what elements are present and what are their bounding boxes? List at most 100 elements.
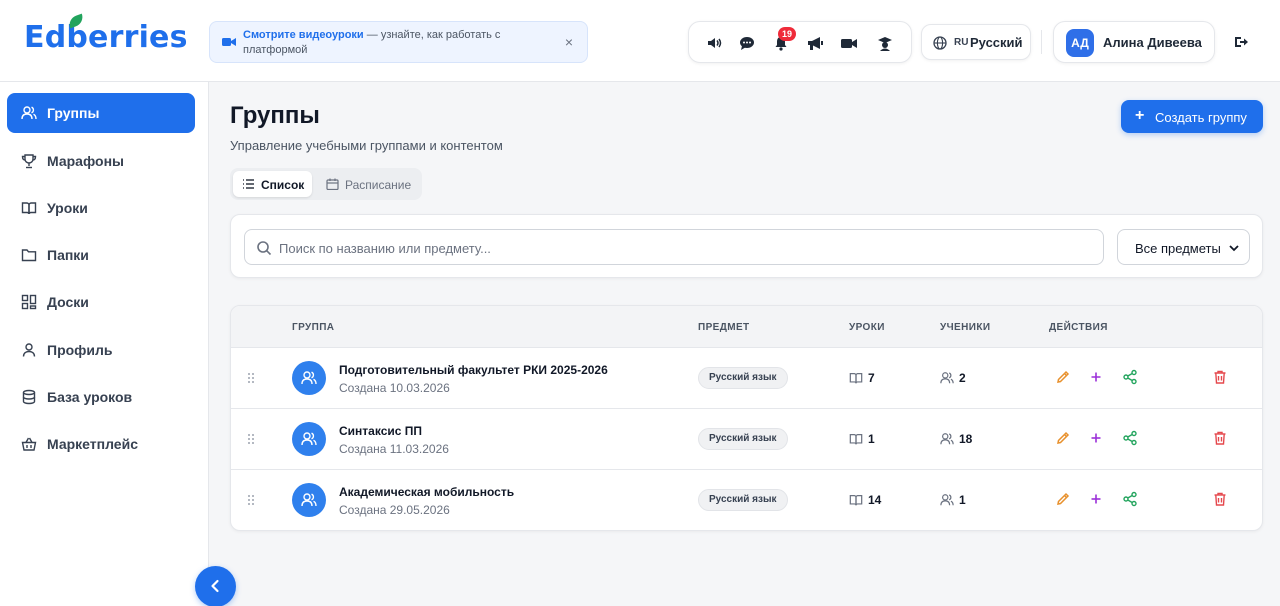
- video-tutorials-banner: Смотрите видеоуроки — узнайте, как работ…: [209, 21, 588, 63]
- user-profile-button[interactable]: АД Алина Дивеева: [1053, 21, 1215, 63]
- sidebar-item-lessons[interactable]: Уроки: [7, 188, 195, 228]
- edit-icon[interactable]: [1055, 491, 1071, 507]
- search-box: [244, 229, 1104, 265]
- group-name[interactable]: Подготовительный факультет РКИ 2025-2026: [339, 363, 608, 377]
- add-icon[interactable]: [1088, 491, 1104, 507]
- sidebar-item-profile[interactable]: Профиль: [7, 330, 195, 370]
- subject-badge: Русский язык: [698, 428, 788, 450]
- group-avatar: [292, 422, 326, 456]
- sidebar-item-label: База уроков: [47, 389, 133, 405]
- user-icon: [22, 343, 36, 357]
- subject-badge: Русский язык: [698, 367, 788, 389]
- users-icon: [940, 372, 954, 384]
- sidebar-item-groups[interactable]: Группы: [7, 93, 195, 133]
- sidebar-item-label: Маркетплейс: [47, 436, 138, 452]
- tab-list[interactable]: Список: [233, 171, 312, 197]
- edit-icon[interactable]: [1055, 369, 1071, 385]
- tab-label: Расписание: [345, 178, 412, 192]
- column-header-students: УЧЕНИКИ: [940, 322, 991, 333]
- sidebar-item-label: Марафоны: [47, 153, 124, 169]
- video-camera-icon: [222, 38, 236, 46]
- users-icon: [940, 494, 954, 506]
- drag-handle-icon[interactable]: [247, 372, 255, 384]
- view-tabs: Список Расписание: [230, 168, 422, 200]
- globe-icon: [933, 36, 947, 50]
- lessons-value: 7: [868, 371, 875, 385]
- page-title: Группы: [230, 102, 320, 129]
- column-header-group: ГРУППА: [292, 322, 335, 333]
- subject-filter-select[interactable]: Все предметы: [1117, 229, 1250, 265]
- sound-icon[interactable]: [705, 34, 723, 52]
- video-icon[interactable]: [840, 34, 858, 52]
- megaphone-icon[interactable]: [806, 34, 824, 52]
- book-icon: [849, 373, 863, 384]
- drag-handle-icon[interactable]: [247, 433, 255, 445]
- sidebar-item-label: Профиль: [47, 342, 113, 358]
- chat-icon[interactable]: [738, 34, 756, 52]
- user-name: Алина Дивеева: [1103, 35, 1202, 50]
- language-selector[interactable]: RU Русский: [921, 24, 1031, 60]
- book-icon: [849, 495, 863, 506]
- column-header-actions: ДЕЙСТВИЯ: [1049, 322, 1108, 333]
- sidebar-collapse-button[interactable]: [195, 566, 236, 606]
- subject-badge: Русский язык: [698, 489, 788, 511]
- banner-link[interactable]: Смотрите видеоуроки: [243, 29, 364, 41]
- column-header-lessons: УРОКИ: [849, 322, 885, 333]
- users-icon: [21, 106, 37, 120]
- group-created-date: Создана 10.03.2026: [339, 381, 450, 395]
- plus-icon: +: [1135, 107, 1145, 124]
- trash-icon[interactable]: [1212, 369, 1228, 385]
- create-group-button[interactable]: + Создать группу: [1121, 100, 1263, 133]
- table-row[interactable]: Подготовительный факультет РКИ 2025-2026…: [231, 348, 1262, 409]
- share-icon[interactable]: [1122, 491, 1138, 507]
- group-created-date: Создана 29.05.2026: [339, 503, 450, 517]
- calendar-icon: [326, 178, 339, 190]
- users-icon: [301, 493, 317, 507]
- chevron-down-icon: [1229, 245, 1239, 252]
- share-icon[interactable]: [1122, 369, 1138, 385]
- search-input[interactable]: [279, 238, 1079, 258]
- add-icon[interactable]: [1088, 369, 1104, 385]
- students-value: 2: [959, 371, 966, 385]
- notification-badge: 19: [778, 27, 796, 41]
- sidebar-item-label: Уроки: [47, 200, 88, 216]
- logout-icon[interactable]: [1233, 34, 1249, 50]
- students-value: 18: [959, 432, 973, 446]
- sidebar-item-lesson-base[interactable]: База уроков: [7, 377, 195, 417]
- page-subtitle: Управление учебными группами и контентом: [230, 138, 503, 153]
- users-icon: [940, 433, 954, 445]
- create-group-label: Создать группу: [1155, 110, 1247, 125]
- trash-icon[interactable]: [1212, 491, 1228, 507]
- book-icon: [849, 434, 863, 445]
- list-icon: [243, 179, 254, 189]
- graduation-icon[interactable]: [876, 34, 894, 52]
- avatar: АД: [1066, 29, 1094, 57]
- sidebar-item-label: Группы: [47, 105, 100, 121]
- group-avatar: [292, 361, 326, 395]
- edit-icon[interactable]: [1055, 430, 1071, 446]
- tab-schedule[interactable]: Расписание: [317, 171, 419, 197]
- share-icon[interactable]: [1122, 430, 1138, 446]
- sidebar-item-marathons[interactable]: Марафоны: [7, 141, 195, 181]
- sidebar-item-marketplace[interactable]: Маркетплейс: [7, 424, 195, 464]
- banner-text: Смотрите видеоуроки — узнайте, как работ…: [243, 28, 543, 58]
- app-logo[interactable]: Edberries: [24, 13, 188, 55]
- group-name[interactable]: Синтаксис ПП: [339, 424, 422, 438]
- sidebar-item-boards[interactable]: Доски: [7, 282, 195, 322]
- group-name[interactable]: Академическая мобильность: [339, 485, 514, 499]
- folder-icon: [21, 249, 37, 262]
- students-value: 1: [959, 493, 966, 507]
- trash-icon[interactable]: [1212, 430, 1228, 446]
- filter-panel: Все предметы: [230, 214, 1263, 278]
- add-icon[interactable]: [1088, 430, 1104, 446]
- tab-label: Список: [261, 178, 305, 192]
- groups-table: ГРУППА ПРЕДМЕТ УРОКИ УЧЕНИКИ ДЕЙСТВИЯ По…: [230, 305, 1263, 531]
- group-avatar: [292, 483, 326, 517]
- table-header: ГРУППА ПРЕДМЕТ УРОКИ УЧЕНИКИ ДЕЙСТВИЯ: [231, 306, 1262, 348]
- table-row[interactable]: Синтаксис ПП Создана 11.03.2026 Русский …: [231, 409, 1262, 470]
- table-row[interactable]: Академическая мобильность Создана 29.05.…: [231, 470, 1262, 530]
- sidebar-item-folders[interactable]: Папки: [7, 235, 195, 275]
- users-icon: [301, 371, 317, 385]
- drag-handle-icon[interactable]: [247, 494, 255, 506]
- banner-close-button[interactable]: ×: [565, 34, 573, 50]
